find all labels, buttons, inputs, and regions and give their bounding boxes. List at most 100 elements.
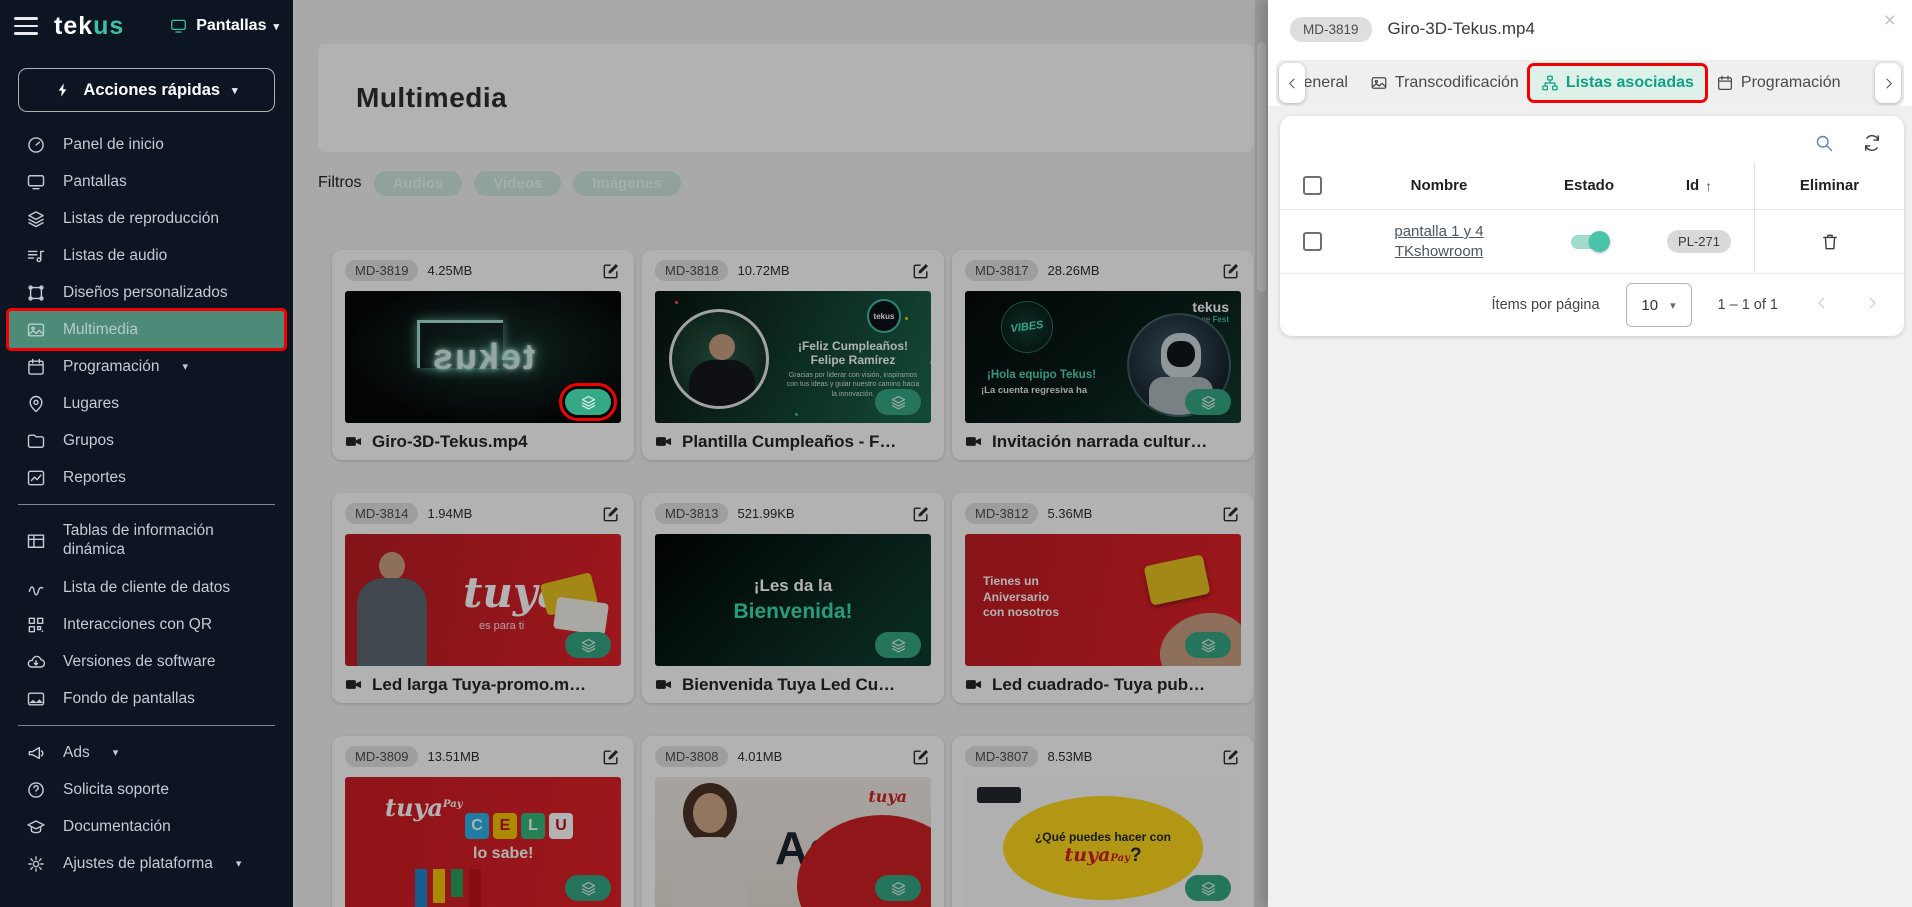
estado-toggle-on[interactable] bbox=[1571, 235, 1607, 249]
edit-icon[interactable] bbox=[1221, 261, 1241, 281]
sidebar-item-fondo-pantallas[interactable]: Fondo de pantallas bbox=[9, 680, 284, 717]
layers-icon bbox=[1200, 394, 1217, 411]
edit-icon[interactable] bbox=[601, 261, 621, 281]
sidebar-item-interacciones-qr[interactable]: Interacciones con QR bbox=[9, 606, 284, 643]
sidebar-item-ajustes-plataforma[interactable]: Ajustes de plataforma▾ bbox=[9, 845, 284, 882]
refresh-icon[interactable] bbox=[1862, 133, 1882, 153]
filter-chip-audios[interactable]: Audios bbox=[374, 171, 463, 196]
sidebar-item-pantallas[interactable]: Pantallas bbox=[9, 163, 284, 200]
qr-icon bbox=[26, 615, 46, 635]
sidebar-item-documentacion[interactable]: Documentación bbox=[9, 808, 284, 845]
close-icon[interactable]: × bbox=[1884, 10, 1896, 31]
page-size-select[interactable]: 10▾ bbox=[1626, 283, 1692, 327]
associated-lists-badge[interactable] bbox=[1185, 389, 1231, 415]
workspace-selector[interactable]: Pantallas ▾ bbox=[168, 17, 279, 35]
media-card[interactable]: MD-380913.51MB tuyaPay CELU lo sabe! bbox=[332, 736, 634, 907]
sidebar-item-panel-de-inicio[interactable]: Panel de inicio bbox=[9, 126, 284, 163]
media-thumbnail[interactable]: Tienes un Aniversario con nosotros bbox=[965, 534, 1241, 666]
edit-icon[interactable] bbox=[1221, 504, 1241, 524]
media-title: Invitación narrada cultur… bbox=[992, 432, 1207, 452]
media-card[interactable]: MD-38141.94MB tuya es para ti Led larga … bbox=[332, 493, 634, 703]
tab-programacion[interactable]: Programación bbox=[1705, 66, 1852, 100]
file-size: 5.36MB bbox=[1047, 506, 1092, 521]
media-thumbnail[interactable]: tekus ¡Feliz Cumpleaños!Felipe RamírezGr… bbox=[655, 291, 931, 423]
tab-transcodificacion[interactable]: Transcodificación bbox=[1359, 66, 1530, 100]
sidebar-item-solicita-soporte[interactable]: Solicita soporte bbox=[9, 771, 284, 808]
associated-lists-badge[interactable] bbox=[565, 632, 611, 658]
tuya-logo: tuya bbox=[868, 787, 907, 806]
edit-icon[interactable] bbox=[1221, 747, 1241, 767]
sidebar-item-reportes[interactable]: Reportes bbox=[9, 459, 284, 496]
associated-lists-badge[interactable] bbox=[565, 875, 611, 901]
videocam-icon bbox=[964, 675, 983, 694]
row-checkbox[interactable] bbox=[1303, 232, 1322, 251]
filter-chip-imagenes[interactable]: Imágenes bbox=[573, 171, 680, 196]
tabs-scroll-left-button[interactable] bbox=[1279, 63, 1305, 103]
column-header-nombre[interactable]: Nombre bbox=[1344, 177, 1534, 194]
media-card[interactable]: MD-381810.72MB tekus ¡Feliz Cumpleaños!F… bbox=[642, 250, 944, 460]
media-card[interactable]: MD-38125.36MB Tienes un Aniversario con … bbox=[952, 493, 1254, 703]
table-icon bbox=[26, 531, 46, 551]
column-header-estado[interactable]: Estado bbox=[1534, 177, 1644, 194]
table-header-row: Nombre Estado Id↑ Eliminar bbox=[1280, 162, 1904, 210]
media-card[interactable]: MD-38078.53MB ¿Qué puedes hacer con tuya… bbox=[952, 736, 1254, 907]
media-card[interactable]: MD-3813521.99KB ¡Les da la Bienvenida! B… bbox=[642, 493, 944, 703]
associated-lists-badge[interactable] bbox=[1185, 632, 1231, 658]
file-size: 28.26MB bbox=[1047, 263, 1099, 278]
playlist-link[interactable]: pantalla 1 y 4TKshowroom bbox=[1394, 222, 1483, 261]
edit-icon[interactable] bbox=[601, 747, 621, 767]
edit-icon[interactable] bbox=[601, 504, 621, 524]
media-card[interactable]: MD-38194.25MB tekus Giro-3D-Tekus.mp4 bbox=[332, 250, 634, 460]
hamburger-menu-icon[interactable] bbox=[14, 17, 38, 35]
scrollbar-thumb[interactable] bbox=[1257, 42, 1266, 292]
sidebar-divider bbox=[18, 725, 275, 726]
associated-lists-badge[interactable] bbox=[875, 875, 921, 901]
sidebar-item-tablas-informacion[interactable]: Tablas de información dinámica bbox=[9, 513, 284, 569]
sidebar-item-listas-audio[interactable]: Listas de audio bbox=[9, 237, 284, 274]
sidebar-item-grupos[interactable]: Grupos bbox=[9, 422, 284, 459]
sidebar-item-disenos[interactable]: Diseños personalizados bbox=[9, 274, 284, 311]
sidebar-item-lista-cliente-datos[interactable]: Lista de cliente de datos bbox=[9, 569, 284, 606]
associated-lists-badge[interactable] bbox=[875, 632, 921, 658]
associated-lists-badge[interactable] bbox=[1185, 875, 1231, 901]
sidebar-item-multimedia[interactable]: Multimedia bbox=[9, 311, 284, 348]
sidebar-item-programacion[interactable]: Programación▾ bbox=[9, 348, 284, 385]
media-thumbnail[interactable]: Ac tuya bbox=[655, 777, 931, 907]
column-header-id[interactable]: Id↑ bbox=[1644, 177, 1754, 194]
edit-icon[interactable] bbox=[911, 504, 931, 524]
edit-icon[interactable] bbox=[911, 261, 931, 281]
media-thumbnail[interactable]: tekus bbox=[345, 291, 621, 423]
edit-icon[interactable] bbox=[911, 747, 931, 767]
media-title: Plantilla Cumpleaños - F… bbox=[682, 432, 896, 452]
select-all-checkbox[interactable] bbox=[1303, 176, 1322, 195]
yellow-blob: ¿Qué puedes hacer con tuyaPay? bbox=[1003, 796, 1203, 900]
filter-chip-videos[interactable]: Videos bbox=[474, 171, 561, 196]
sidebar-item-listas-reproduccion[interactable]: Listas de reproducción bbox=[9, 200, 284, 237]
associated-lists-badge[interactable] bbox=[875, 389, 921, 415]
tab-listas-asociadas[interactable]: Listas asociadas bbox=[1530, 66, 1705, 100]
media-card[interactable]: MD-381728.26MB VIBES tekusCulture Fest ¡… bbox=[952, 250, 1254, 460]
media-thumbnail[interactable]: ¿Qué puedes hacer con tuyaPay? bbox=[965, 777, 1241, 907]
folder-icon bbox=[26, 431, 46, 451]
layers-icon bbox=[890, 637, 907, 654]
media-title: Led cuadrado- Tuya pub… bbox=[992, 675, 1205, 695]
filters-label: Filtros bbox=[318, 174, 362, 192]
associated-lists-badge[interactable] bbox=[565, 389, 611, 415]
media-thumbnail[interactable]: tuya es para ti bbox=[345, 534, 621, 666]
sidebar-item-versiones-software[interactable]: Versiones de software bbox=[9, 643, 284, 680]
sidebar-item-ads[interactable]: Ads▾ bbox=[9, 734, 284, 771]
next-page-button[interactable] bbox=[1864, 295, 1880, 316]
media-thumbnail[interactable]: ¡Les da la Bienvenida! bbox=[655, 534, 931, 666]
media-thumbnail[interactable]: VIBES tekusCulture Fest ¡Hola equipo Tek… bbox=[965, 291, 1241, 423]
quick-actions-button[interactable]: Acciones rápidas ▾ bbox=[18, 68, 275, 112]
trash-icon[interactable] bbox=[1820, 232, 1840, 252]
search-icon[interactable] bbox=[1814, 133, 1834, 153]
media-card[interactable]: MD-38084.01MB Ac tuya bbox=[642, 736, 944, 907]
prev-page-button[interactable] bbox=[1814, 295, 1830, 316]
videocam-icon bbox=[344, 675, 363, 694]
sidebar-item-lugares[interactable]: Lugares bbox=[9, 385, 284, 422]
videocam-icon bbox=[344, 432, 363, 451]
tabs-scroll-right-button[interactable] bbox=[1875, 63, 1901, 103]
main-scrollbar[interactable] bbox=[1255, 0, 1268, 907]
media-thumbnail[interactable]: tuyaPay CELU lo sabe! bbox=[345, 777, 621, 907]
